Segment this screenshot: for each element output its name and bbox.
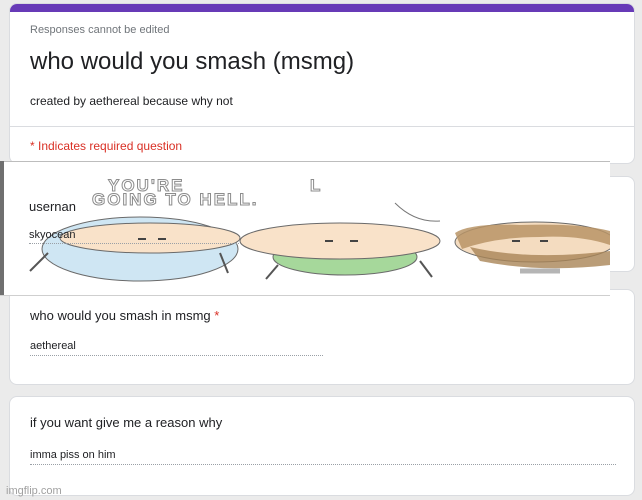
comic-overlay-image: usernan YOU'RE L GOING TO HELL. skyocean [0,161,610,296]
question-label: who would you smash in msmg * [30,308,219,323]
header-divider [10,126,634,127]
answer-field-username[interactable]: skyocean [29,229,239,244]
imgflip-watermark: imgflip.com [6,485,62,497]
comic-text-line2: GOING TO HELL. [92,190,259,209]
stick-figure-blue [29,216,241,282]
form-title: who would you smash (msmg) [30,48,355,75]
form-description: created by aethereal because why not [30,94,233,108]
overlay-edge-shadow [0,161,4,296]
question-label: if you want give me a reason why [30,415,223,430]
question-card-smash: who would you smash in msmg * aethereal [9,289,635,385]
comic-text-line1-partial: L [310,176,322,195]
answer-field[interactable]: aethereal [30,340,323,356]
required-note: * Indicates required question [30,139,183,153]
stick-figure-bearded [454,221,610,274]
required-asterisk: * [214,308,220,323]
answer-field[interactable]: imma piss on him [30,449,616,465]
form-header-card: Responses cannot be edited who would you… [9,3,635,164]
stick-figure-green [239,222,441,280]
header-accent-bar [10,4,634,12]
overlay-edge [0,295,610,296]
question-card-reason: if you want give me a reason why imma pi… [9,396,635,496]
responses-note: Responses cannot be edited [30,24,170,36]
question-label-text: who would you smash in msmg [30,308,211,323]
